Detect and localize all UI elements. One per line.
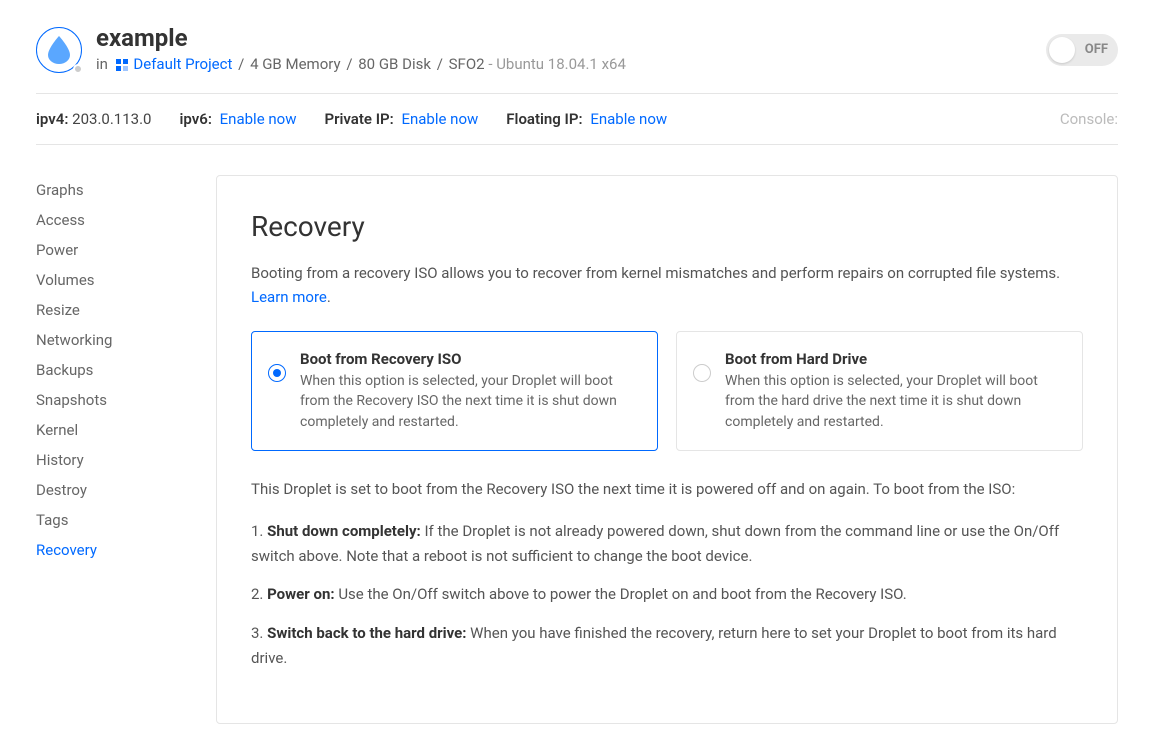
- power-toggle[interactable]: OFF: [1046, 34, 1118, 66]
- sidebar-item-tags[interactable]: Tags: [36, 505, 186, 535]
- sidebar-item-access[interactable]: Access: [36, 205, 186, 235]
- ipv4-info: ipv4: 203.0.113.0: [36, 110, 151, 128]
- project-link[interactable]: Default Project: [133, 55, 232, 73]
- radio-icon: [268, 364, 286, 382]
- sidebar-item-power[interactable]: Power: [36, 235, 186, 265]
- step-3: 3. Switch back to the hard drive: When y…: [251, 621, 1083, 671]
- droplet-avatar: [36, 27, 82, 73]
- content-title: Recovery: [251, 210, 1083, 243]
- sidebar-item-graphs[interactable]: Graphs: [36, 175, 186, 205]
- content-description: Booting from a recovery ISO allows you t…: [251, 261, 1083, 309]
- console-link[interactable]: Console:: [1060, 110, 1118, 128]
- sidebar-item-history[interactable]: History: [36, 445, 186, 475]
- sidebar-item-volumes[interactable]: Volumes: [36, 265, 186, 295]
- sidebar-item-snapshots[interactable]: Snapshots: [36, 385, 186, 415]
- project-icon: [116, 57, 128, 75]
- content-card: Recovery Booting from a recovery ISO all…: [216, 175, 1118, 724]
- floating-ip-enable-link[interactable]: Enable now: [590, 110, 667, 128]
- boot-options: Boot from Recovery ISO When this option i…: [251, 331, 1083, 451]
- private-ip-info: Private IP: Enable now: [324, 110, 478, 128]
- sidebar-item-destroy[interactable]: Destroy: [36, 475, 186, 505]
- boot-option-0[interactable]: Boot from Recovery ISO When this option i…: [251, 331, 658, 451]
- sidebar-item-kernel[interactable]: Kernel: [36, 415, 186, 445]
- private-ip-enable-link[interactable]: Enable now: [401, 110, 478, 128]
- status-indicator: [73, 64, 83, 74]
- radio-icon: [693, 364, 711, 382]
- boot-status-text: This Droplet is set to boot from the Rec…: [251, 477, 1083, 501]
- sidebar-item-networking[interactable]: Networking: [36, 325, 186, 355]
- droplet-title: example: [96, 24, 626, 52]
- sidebar-item-recovery[interactable]: Recovery: [36, 535, 186, 565]
- sidebar-item-backups[interactable]: Backups: [36, 355, 186, 385]
- floating-ip-info: Floating IP: Enable now: [506, 110, 667, 128]
- option-description: When this option is selected, your Dropl…: [725, 371, 1062, 432]
- droplet-icon: [48, 36, 70, 64]
- boot-option-1[interactable]: Boot from Hard Drive When this option is …: [676, 331, 1083, 451]
- info-bar: ipv4: 203.0.113.0 ipv6: Enable now Priva…: [36, 94, 1118, 144]
- step-1: 1. Shut down completely: If the Droplet …: [251, 519, 1083, 569]
- option-title: Boot from Hard Drive: [725, 350, 1062, 368]
- option-title: Boot from Recovery ISO: [300, 350, 637, 368]
- learn-more-link[interactable]: Learn more: [251, 288, 327, 306]
- option-description: When this option is selected, your Dropl…: [300, 371, 637, 432]
- step-2: 2. Power on: Use the On/Off switch above…: [251, 582, 1083, 607]
- sidebar: GraphsAccessPowerVolumesResizeNetworking…: [36, 175, 186, 724]
- page-header: example in Default Project / 4 GB Memory…: [36, 24, 1118, 75]
- ipv6-info: ipv6: Enable now: [179, 110, 296, 128]
- droplet-subtitle: in Default Project / 4 GB Memory / 80 GB…: [96, 55, 626, 75]
- toggle-knob: [1049, 37, 1075, 63]
- ipv6-enable-link[interactable]: Enable now: [220, 110, 297, 128]
- sidebar-item-resize[interactable]: Resize: [36, 295, 186, 325]
